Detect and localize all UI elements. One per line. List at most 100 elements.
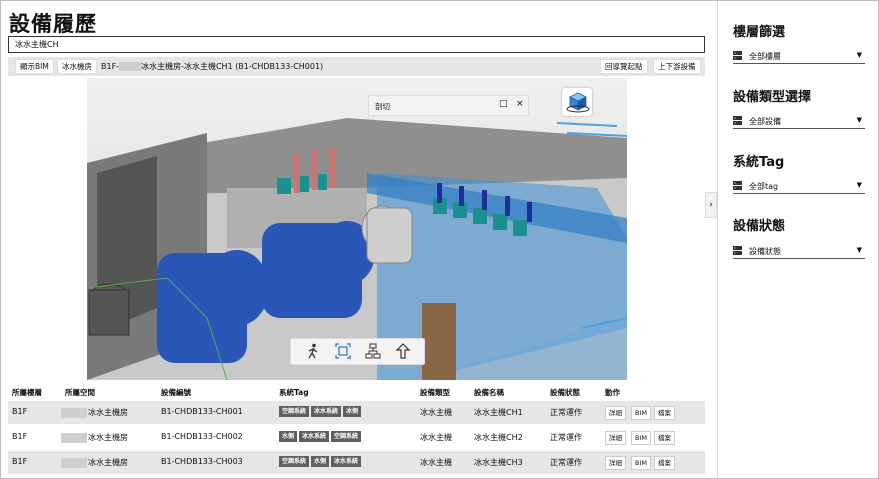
cell-status: 正常運作	[550, 458, 582, 467]
col-tag: 系統Tag	[279, 388, 309, 397]
file-button[interactable]: 檔案	[654, 406, 675, 420]
col-name: 設備名稱	[474, 388, 504, 397]
cell-space-text: 冰水主機房	[88, 433, 128, 442]
col-floor: 所屬樓層	[12, 388, 42, 397]
cell-floor: B1F	[12, 457, 28, 466]
cell-tags: 空調系統 水側 冰水系統	[279, 456, 363, 467]
type-filter-value: 全部設備	[749, 117, 781, 126]
cell-space: 冰水主機房	[61, 432, 128, 443]
tag-badge: 空調系統	[279, 456, 310, 467]
col-space: 所屬空間	[65, 388, 95, 397]
close-icon[interactable]: ×	[516, 99, 524, 109]
cell-tags: 水側 冰水系統 空調系統	[279, 431, 363, 442]
redaction-mask	[61, 432, 87, 443]
chevron-right-icon: ›	[709, 200, 713, 210]
dropdown-arrow-icon: ▼	[856, 181, 862, 189]
redaction-mask	[61, 407, 87, 418]
cell-name: 冰水主機CH1	[474, 408, 523, 417]
bim-scene	[87, 118, 627, 380]
floor-filter-title: 樓層篩選	[733, 25, 786, 40]
status-filter-select[interactable]: 設備狀態 ▼	[733, 244, 865, 259]
cell-space-text: 冰水主機房	[88, 458, 128, 467]
viewer-nav-toolbar	[290, 338, 425, 365]
table-row: B1F 冰水主機房 B1-CHDB133-CH002 水側 冰水系統 空調系統 冰水…	[8, 426, 705, 449]
breadcrumb-suffix: 冰水主機房-冰水主機CH1 (B1-CHDB133-CH001)	[141, 62, 324, 71]
tag-badge: 空調系統	[331, 431, 362, 442]
bim-button[interactable]: BIM	[631, 431, 651, 445]
tag-badge: 冰水系統	[299, 431, 330, 442]
tree-icon[interactable]	[363, 343, 383, 362]
back-to-start-button[interactable]: 回導覽起點	[600, 59, 648, 74]
tag-badge: 冰水系統	[311, 406, 342, 417]
explode-icon[interactable]	[393, 343, 413, 362]
server-icon	[733, 116, 742, 125]
breadcrumb-prefix: B1F-	[101, 62, 120, 71]
up-down-equipment-button[interactable]: 上下游設備	[653, 59, 701, 74]
col-type: 設備類型	[420, 388, 450, 397]
bim-3d-viewer[interactable]	[87, 78, 627, 380]
filter-sidebar: 樓層篩選 全部樓層 ▼ 設備類型選擇 全部設備 ▼ 系統Tag 全部tag ▼ …	[717, 1, 878, 478]
section-panel[interactable]: 剖切 □ ×	[368, 95, 529, 116]
cell-floor: B1F	[12, 432, 28, 441]
col-action: 動作	[605, 388, 620, 397]
tag-badge: 水側	[279, 431, 298, 442]
page-title: 設備履歷	[9, 12, 97, 36]
cell-code: B1-CHDB133-CH003	[161, 457, 243, 466]
cell-type: 冰水主機	[420, 408, 452, 417]
file-button[interactable]: 檔案	[654, 431, 675, 445]
dropdown-arrow-icon: ▼	[856, 51, 862, 59]
detail-button[interactable]: 詳細	[605, 406, 626, 420]
cell-space-text: 冰水主機房	[88, 408, 128, 417]
tag-badge: 水側	[311, 456, 330, 467]
table-header: 所屬樓層 所屬空間 設備編號 系統Tag 設備類型 設備名稱 設備狀態 動作	[8, 385, 705, 400]
tag-filter-title: 系統Tag	[733, 155, 785, 170]
type-filter-title: 設備類型選擇	[733, 90, 812, 105]
cell-name: 冰水主機CH3	[474, 458, 523, 467]
cell-space: 冰水主機房	[61, 407, 128, 418]
file-button[interactable]: 檔案	[654, 456, 675, 470]
fit-view-icon[interactable]	[333, 343, 353, 362]
tag-badge: 冰側	[343, 406, 362, 417]
tag-filter-select[interactable]: 全部tag ▼	[733, 179, 865, 194]
floor-filter-select[interactable]: 全部樓層 ▼	[733, 49, 865, 64]
cell-code: B1-CHDB133-CH002	[161, 432, 243, 441]
redaction-mask	[119, 62, 142, 71]
tag-badge: 空調系統	[279, 406, 310, 417]
cell-type: 冰水主機	[420, 433, 452, 442]
status-filter-title: 設備狀態	[733, 219, 786, 234]
status-filter-value: 設備狀態	[749, 247, 781, 256]
minimize-icon[interactable]: □	[499, 99, 508, 109]
server-icon	[733, 181, 742, 190]
detail-button[interactable]: 詳細	[605, 431, 626, 445]
cell-floor: B1F	[12, 407, 28, 416]
cell-space: 冰水主機房	[61, 457, 128, 468]
bim-button[interactable]: BIM	[631, 456, 651, 470]
breadcrumb: B1F- 冰水主機房-冰水主機CH1 (B1-CHDB133-CH001)	[101, 60, 323, 73]
collapse-sidebar-button[interactable]: ›	[705, 192, 717, 218]
col-code: 設備編號	[161, 388, 191, 397]
chiller-room-button[interactable]: 冰水機房	[57, 59, 97, 74]
server-icon	[733, 51, 742, 60]
cell-code: B1-CHDB133-CH001	[161, 407, 243, 416]
cell-status: 正常運作	[550, 433, 582, 442]
table-row: B1F 冰水主機房 B1-CHDB133-CH001 空調系統 冰水系統 冰側 冰水…	[8, 401, 705, 424]
dropdown-arrow-icon: ▼	[856, 246, 862, 254]
dropdown-arrow-icon: ▼	[856, 116, 862, 124]
cell-tags: 空調系統 冰水系統 冰側	[279, 406, 363, 417]
redaction-mask	[61, 457, 87, 468]
cell-status: 正常運作	[550, 408, 582, 417]
col-status: 設備狀態	[550, 388, 580, 397]
detail-button[interactable]: 詳細	[605, 456, 626, 470]
search-input[interactable]: 冰水主機CH	[8, 36, 705, 53]
cell-type: 冰水主機	[420, 458, 452, 467]
type-filter-select[interactable]: 全部設備 ▼	[733, 114, 865, 129]
tag-filter-value: 全部tag	[749, 182, 779, 191]
show-bim-button[interactable]: 顯示BIM	[15, 59, 54, 74]
bim-button[interactable]: BIM	[631, 406, 651, 420]
section-label: 剖切	[375, 102, 390, 111]
tag-badge: 冰水系統	[331, 456, 362, 467]
walk-icon[interactable]	[303, 343, 323, 362]
table-row: B1F 冰水主機房 B1-CHDB133-CH003 空調系統 水側 冰水系統 冰水…	[8, 451, 705, 474]
view-cube-icon[interactable]	[562, 88, 592, 116]
cell-name: 冰水主機CH2	[474, 433, 523, 442]
